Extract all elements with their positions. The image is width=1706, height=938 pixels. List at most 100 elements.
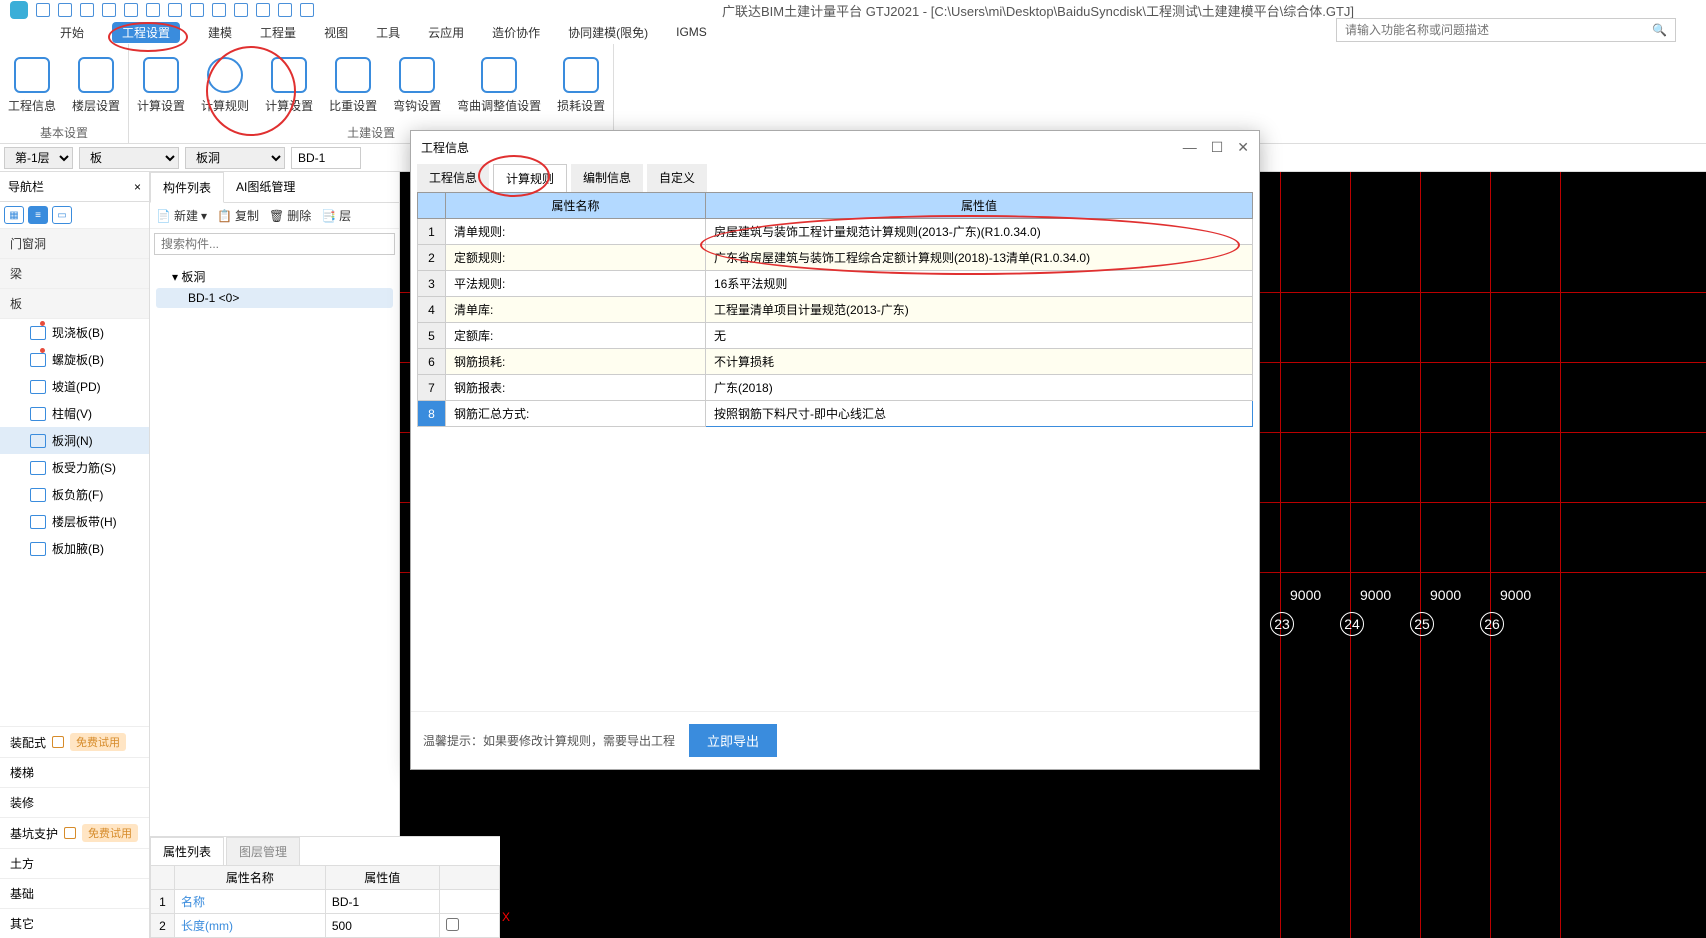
- quick-access-icon[interactable]: [146, 3, 160, 17]
- rule-name: 钢筋汇总方式:: [446, 401, 706, 427]
- component-search-input[interactable]: [154, 233, 395, 255]
- tree-leaf[interactable]: BD-1 <0>: [156, 288, 393, 308]
- rule-value[interactable]: 无: [706, 323, 1253, 349]
- layers-button[interactable]: 📑 层: [321, 207, 351, 224]
- minimize-icon[interactable]: —: [1183, 139, 1197, 156]
- menu-cloud[interactable]: 云应用: [428, 24, 464, 41]
- rule-value[interactable]: 不计算损耗: [706, 349, 1253, 375]
- project-info-button[interactable]: 工程信息: [8, 57, 56, 114]
- calc-rules-button[interactable]: 计算规则: [201, 57, 249, 114]
- checkbox[interactable]: [446, 918, 459, 931]
- tree-item-board-rebar[interactable]: 板受力筋(S): [0, 454, 149, 481]
- tab-ai-drawings[interactable]: AI图纸管理: [224, 172, 307, 202]
- rule-value[interactable]: 按照钢筋下料尺寸-即中心线汇总: [706, 401, 1253, 427]
- quick-access-icon[interactable]: [168, 3, 182, 17]
- component-input[interactable]: [291, 147, 361, 169]
- search-input[interactable]: [1345, 23, 1652, 37]
- floor-settings-button[interactable]: 楼层设置: [72, 57, 120, 114]
- copy-button[interactable]: 📋 复制: [217, 207, 259, 224]
- view-mode-icon[interactable]: ▭: [52, 206, 72, 224]
- close-icon[interactable]: ×: [134, 180, 141, 194]
- prop-value[interactable]: 500: [325, 914, 439, 938]
- quick-access-icon[interactable]: [212, 3, 226, 17]
- footer-label: 其它: [10, 915, 34, 932]
- menu-pricing[interactable]: 造价协作: [492, 24, 540, 41]
- tree-root[interactable]: ▾ 板洞: [156, 265, 393, 288]
- prop-name[interactable]: 名称: [175, 890, 326, 914]
- nav-assembly[interactable]: 装配式免费试用: [0, 726, 149, 757]
- rule-value[interactable]: 工程量清单项目计量规范(2013-广东): [706, 297, 1253, 323]
- quick-access-icon[interactable]: [278, 3, 292, 17]
- quick-access-icon[interactable]: [124, 3, 138, 17]
- new-button[interactable]: 📄 新建 ▾: [156, 207, 207, 224]
- calc-settings-button[interactable]: 计算设置: [137, 57, 185, 114]
- hook-settings-button[interactable]: 弯钩设置: [393, 57, 441, 114]
- tree-item-board-hole[interactable]: 板洞(N): [0, 427, 149, 454]
- dlg-tab-compile[interactable]: 编制信息: [571, 164, 643, 192]
- prop-check[interactable]: [439, 890, 499, 914]
- quick-access-icon[interactable]: [58, 3, 72, 17]
- category-select[interactable]: 板: [79, 147, 179, 169]
- tree-item-board-haunch[interactable]: 板加腋(B): [0, 535, 149, 562]
- dlg-tab-custom[interactable]: 自定义: [647, 164, 707, 192]
- menu-tools[interactable]: 工具: [376, 24, 400, 41]
- close-icon[interactable]: ✕: [1237, 139, 1249, 156]
- menu-modeling[interactable]: 建模: [208, 24, 232, 41]
- nav-earthwork[interactable]: 土方: [0, 848, 149, 878]
- rule-value[interactable]: 广东(2018): [706, 375, 1253, 401]
- menu-quantity[interactable]: 工程量: [260, 24, 296, 41]
- menu-start[interactable]: 开始: [60, 24, 84, 41]
- search-icon[interactable]: 🔍: [1652, 23, 1667, 37]
- rule-value[interactable]: 广东省房屋建筑与装饰工程综合定额计算规则(2018)-13清单(R1.0.34.…: [706, 245, 1253, 271]
- tree-item-floor-strip[interactable]: 楼层板带(H): [0, 508, 149, 535]
- quick-access-icon[interactable]: [234, 3, 248, 17]
- menu-project-settings[interactable]: 工程设置: [112, 22, 180, 43]
- nav-excavation[interactable]: 基坑支护免费试用: [0, 817, 149, 848]
- tree-item-column-cap[interactable]: 柱帽(V): [0, 400, 149, 427]
- quick-access-icon[interactable]: [36, 3, 50, 17]
- nav-foundation[interactable]: 基础: [0, 878, 149, 908]
- subcat-select[interactable]: 板洞: [185, 147, 285, 169]
- view-mode-icon[interactable]: ▦: [4, 206, 24, 224]
- tab-layers[interactable]: 图层管理: [226, 837, 300, 865]
- quick-access-icon[interactable]: [102, 3, 116, 17]
- prop-value[interactable]: BD-1: [325, 890, 439, 914]
- nav-section-board[interactable]: 板: [0, 289, 149, 319]
- prop-name[interactable]: 长度(mm): [175, 914, 326, 938]
- calc-settings2-button[interactable]: 计算设置: [265, 57, 313, 114]
- tree-item-board-neg[interactable]: 板负筋(F): [0, 481, 149, 508]
- quick-access-icon[interactable]: [256, 3, 270, 17]
- delete-button[interactable]: 🗑 删除: [269, 207, 311, 224]
- rule-value[interactable]: 房屋建筑与装饰工程计量规范计算规则(2013-广东)(R1.0.34.0): [706, 219, 1253, 245]
- dlg-tab-info[interactable]: 工程信息: [417, 164, 489, 192]
- menu-igms[interactable]: IGMS: [676, 25, 707, 39]
- tree-item-ramp[interactable]: 坡道(PD): [0, 373, 149, 400]
- dlg-tab-calc-rules[interactable]: 计算规则: [493, 164, 567, 193]
- nav-other[interactable]: 其它: [0, 908, 149, 938]
- quick-access-icon[interactable]: [190, 3, 204, 17]
- quick-access-icon[interactable]: [300, 3, 314, 17]
- rule-value[interactable]: 16系平法规则: [706, 271, 1253, 297]
- tree-item-spiral-board[interactable]: 螺旋板(B): [0, 346, 149, 373]
- loss-settings-button[interactable]: 损耗设置: [557, 57, 605, 114]
- view-mode-icon[interactable]: ≡: [28, 206, 48, 224]
- bend-settings-button[interactable]: 弯曲调整值设置: [457, 57, 541, 114]
- export-button[interactable]: 立即导出: [689, 724, 777, 757]
- function-search[interactable]: 🔍: [1336, 18, 1676, 42]
- quick-access-icon[interactable]: [80, 3, 94, 17]
- row-num: 6: [418, 349, 446, 375]
- tree-item-cast-board[interactable]: 现浇板(B): [0, 319, 149, 346]
- nav-section-beam[interactable]: 梁: [0, 259, 149, 289]
- maximize-icon[interactable]: ☐: [1211, 139, 1224, 156]
- menu-view[interactable]: 视图: [324, 24, 348, 41]
- nav-section-doors[interactable]: 门窗洞: [0, 229, 149, 259]
- floor-select[interactable]: 第-1层: [4, 147, 73, 169]
- dim-label: 9000: [1360, 587, 1391, 603]
- weight-settings-button[interactable]: 比重设置: [329, 57, 377, 114]
- nav-stairs[interactable]: 楼梯: [0, 757, 149, 787]
- menu-collab[interactable]: 协同建模(限免): [568, 24, 648, 41]
- tab-properties[interactable]: 属性列表: [150, 837, 224, 865]
- prop-check[interactable]: [439, 914, 499, 938]
- tab-component-list[interactable]: 构件列表: [150, 172, 224, 203]
- nav-decoration[interactable]: 装修: [0, 787, 149, 817]
